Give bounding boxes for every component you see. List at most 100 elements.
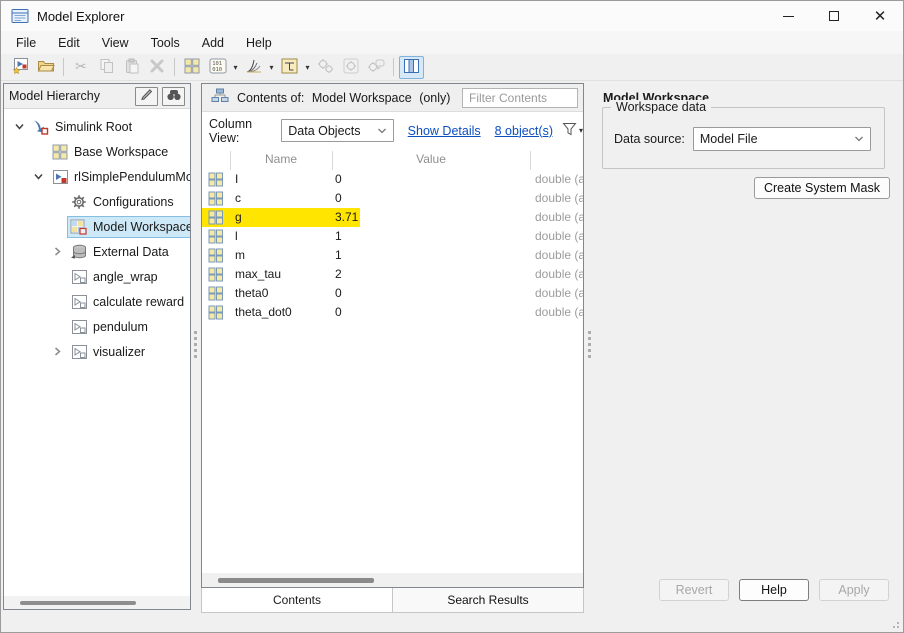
tree-view-dropdown[interactable]: ▾ [302, 56, 313, 79]
apply-button[interactable]: Apply [819, 579, 889, 601]
tree-item-simulink-root[interactable]: Simulink Root [4, 114, 190, 139]
gear-settings-icon [343, 58, 359, 77]
table-row-theta0[interactable]: theta00double (auto) [202, 284, 583, 303]
contents-panel: Contents of: Model Workspace (only) Colu… [201, 83, 584, 588]
tree-item-external-data[interactable]: External Data [4, 239, 190, 264]
contents-hscroll-thumb[interactable] [218, 578, 374, 583]
table-row-g[interactable]: g3.71double (auto) [202, 208, 583, 227]
tab-contents[interactable]: Contents [201, 588, 393, 613]
row-datatype: double (auto) [535, 286, 583, 300]
menu-edit[interactable]: Edit [47, 33, 91, 53]
hierarchy-hscrollbar[interactable] [4, 596, 190, 609]
right-splitter[interactable] [585, 83, 594, 610]
table-row-c[interactable]: c0double (auto) [202, 189, 583, 208]
tree-item-rlsimplependulummodel[interactable]: rlSimplePendulumModel [4, 164, 190, 189]
tree-item-angle-wrap[interactable]: angle_wrap [4, 264, 190, 289]
column-view-button[interactable] [399, 56, 424, 79]
row-datatype: double (auto) [535, 267, 583, 281]
show-details-link[interactable]: Show Details [408, 124, 481, 138]
title-bar: Model Explorer ✕ [1, 1, 903, 31]
toolbar-separator [393, 58, 394, 76]
table-row-theta-dot0[interactable]: theta_dot00double (auto) [202, 303, 583, 322]
copy-button[interactable] [94, 56, 119, 79]
revert-button[interactable]: Revert [659, 579, 729, 601]
subsystem-icon [70, 319, 88, 335]
gear-settings-button[interactable] [338, 56, 363, 79]
contents-qualifier-label: (only) [419, 91, 450, 105]
model-hierarchy-title: Model Hierarchy [9, 89, 131, 103]
search-binoculars-button[interactable] [162, 87, 185, 106]
table-row-m[interactable]: m1double (auto) [202, 246, 583, 265]
chevron-right-icon[interactable] [48, 346, 67, 357]
tree-item-configurations[interactable]: Configurations [4, 189, 190, 214]
delete-button[interactable] [144, 56, 169, 79]
subsystem-icon [70, 294, 88, 310]
chevron-right-icon[interactable] [48, 246, 67, 257]
tree-item-label: External Data [93, 245, 169, 259]
data-source-select[interactable]: Model File [693, 127, 871, 151]
menu-add[interactable]: Add [191, 33, 235, 53]
model-explorer-window: Model Explorer ✕ FileEditViewToolsAddHel… [0, 0, 904, 633]
create-system-mask-button[interactable]: Create System Mask [754, 177, 890, 199]
tree-item-pendulum[interactable]: pendulum [4, 314, 190, 339]
table-row-max-tau[interactable]: max_tau2double (auto) [202, 265, 583, 284]
chevron-down-icon[interactable] [29, 171, 48, 182]
grid-icon [51, 144, 69, 160]
cut-button[interactable]: ✂ [69, 56, 94, 79]
simulink-root-icon [32, 119, 50, 135]
tree-view-button[interactable] [277, 56, 302, 79]
close-icon: ✕ [874, 9, 887, 24]
workspace-data-group: Workspace data Data source: Model File [602, 107, 885, 169]
menu-view[interactable]: View [91, 33, 140, 53]
maximize-button[interactable] [811, 1, 857, 31]
column-header-name[interactable]: Name [230, 152, 332, 166]
data-object-icon [208, 305, 224, 323]
object-count-link[interactable]: 8 object(s) [495, 124, 553, 138]
data-source-value: Model File [700, 132, 758, 146]
help-button[interactable]: Help [739, 579, 809, 601]
signal-curves-button[interactable] [241, 56, 266, 79]
table-header: Name Value [202, 149, 583, 170]
minimize-button[interactable] [765, 1, 811, 31]
binoculars-icon [166, 88, 182, 105]
minimize-icon [783, 16, 794, 17]
column-view-select[interactable]: Data Objects [281, 119, 393, 142]
paste-icon [124, 58, 140, 77]
row-datatype: double (auto) [535, 172, 583, 186]
menu-tools[interactable]: Tools [140, 33, 191, 53]
window-resize-grip[interactable] [889, 618, 899, 628]
tree-item-label: Base Workspace [74, 145, 168, 159]
gears-button[interactable] [313, 56, 338, 79]
maximize-icon [829, 11, 839, 21]
paste-button[interactable] [119, 56, 144, 79]
open-button[interactable] [33, 56, 58, 79]
menu-file[interactable]: File [5, 33, 47, 53]
signal-curves-dropdown[interactable]: ▾ [266, 56, 277, 79]
data-objects-dropdown[interactable]: ▾ [230, 56, 241, 79]
hierarchy-hscroll-thumb[interactable] [20, 601, 136, 605]
left-splitter[interactable] [191, 83, 200, 610]
svg-text:✂: ✂ [75, 58, 87, 74]
close-button[interactable]: ✕ [857, 1, 903, 31]
table-row-l[interactable]: l1double (auto) [202, 227, 583, 246]
column-header-value[interactable]: Value [332, 152, 530, 166]
new-model-button[interactable] [8, 56, 33, 79]
base-workspace-button[interactable] [180, 56, 205, 79]
tree-item-model-workspace[interactable]: Model Workspace [4, 214, 190, 239]
tree-item-visualizer[interactable]: visualizer [4, 339, 190, 364]
tree-item-base-workspace[interactable]: Base Workspace [4, 139, 190, 164]
chevron-down-icon[interactable] [10, 121, 29, 132]
data-objects-button[interactable]: 101010 [205, 56, 230, 79]
menu-help[interactable]: Help [235, 33, 283, 53]
gear-chat-button[interactable] [363, 56, 388, 79]
tab-search-results[interactable]: Search Results [393, 588, 584, 613]
contents-hscrollbar[interactable] [202, 573, 583, 587]
chevron-down-icon [377, 124, 387, 138]
gear-chat-icon [367, 58, 385, 77]
table-row-i[interactable]: I0double (auto) [202, 170, 583, 189]
filter-options-button[interactable]: ▾ [562, 122, 583, 139]
edit-pencil-button[interactable] [135, 87, 158, 106]
model-hierarchy-panel: Model Hierarchy Simulink Root Base Worksp… [3, 83, 191, 610]
filter-contents-input[interactable] [462, 88, 578, 108]
tree-item-calculate-reward[interactable]: calculate reward [4, 289, 190, 314]
